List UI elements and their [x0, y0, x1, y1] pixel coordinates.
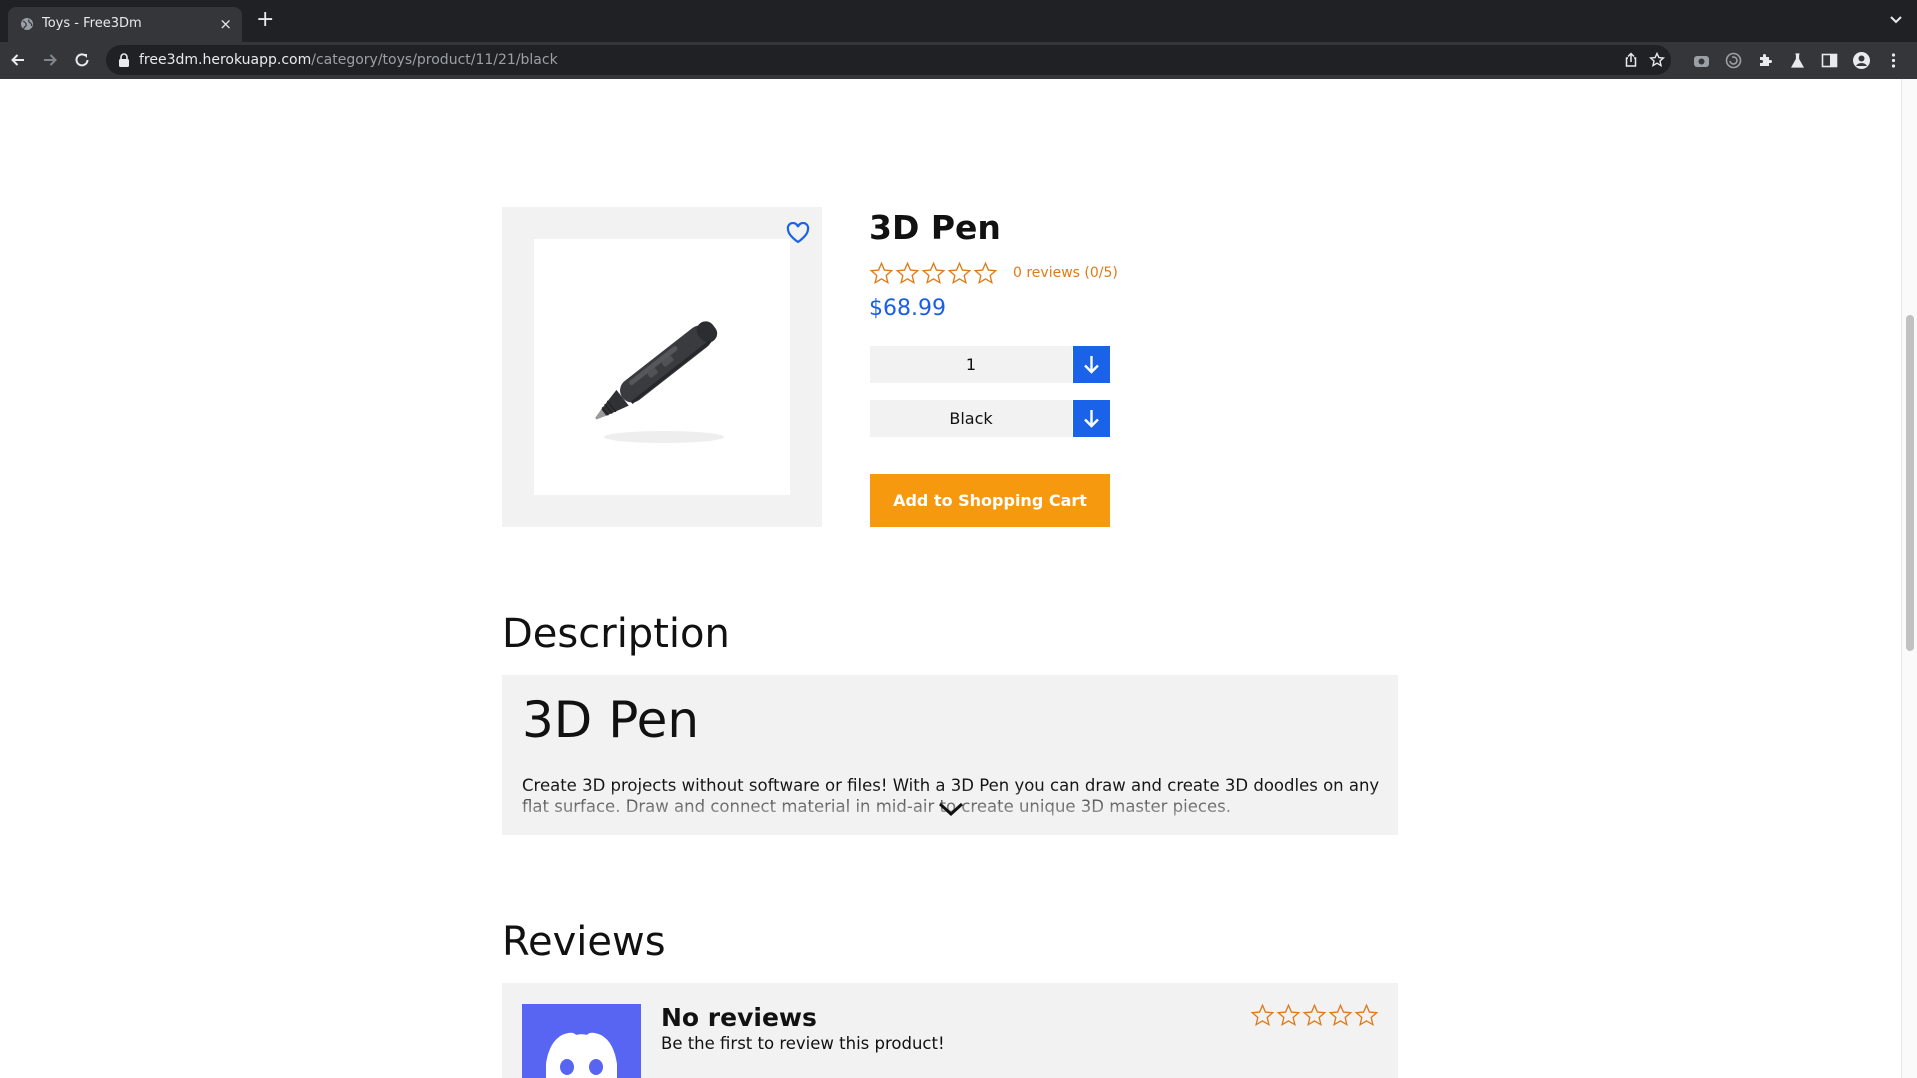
new-tab-button[interactable]: +: [256, 9, 274, 31]
description-panel: 3D Pen Create 3D projects without softwa…: [502, 675, 1398, 835]
description-title: 3D Pen: [522, 691, 700, 749]
browser-tab[interactable]: Toys - Free3Dm ×: [8, 7, 242, 42]
product-image-panel: [502, 207, 822, 527]
reload-icon[interactable]: [73, 51, 91, 69]
browser-tab-strip: Toys - Free3Dm × +: [0, 0, 1917, 42]
3d-pen-illustration: [595, 321, 724, 443]
browser-menu-icon[interactable]: [1885, 52, 1902, 69]
star-icon[interactable]: [1328, 1003, 1353, 1028]
side-panel-icon[interactable]: [1821, 52, 1838, 69]
review-rating-input[interactable]: [1250, 1003, 1379, 1028]
product-price: $68.99: [869, 296, 946, 321]
star-icon: [869, 261, 894, 285]
quantity-dropdown-button[interactable]: [1073, 346, 1110, 383]
profile-avatar-icon[interactable]: [1853, 52, 1870, 69]
star-icon[interactable]: [1354, 1003, 1379, 1028]
sync-extension-icon[interactable]: [1725, 52, 1742, 69]
url-text: free3dm.herokuapp.com/category/toys/prod…: [139, 52, 558, 68]
scrollbar-track[interactable]: [1901, 79, 1917, 1078]
arrow-down-icon: [1084, 356, 1099, 374]
lock-icon[interactable]: [118, 53, 130, 67]
add-to-cart-button[interactable]: Add to Shopping Cart: [870, 474, 1110, 527]
camera-extension-icon[interactable]: [1693, 52, 1710, 69]
star-icon[interactable]: [1302, 1003, 1327, 1028]
product-image: [534, 239, 790, 495]
forward-arrow-icon[interactable]: [41, 51, 59, 69]
reviews-panel: No reviews Be the first to review this p…: [502, 983, 1398, 1078]
address-bar[interactable]: free3dm.herokuapp.com/category/toys/prod…: [106, 45, 1671, 75]
no-reviews-title: No reviews: [661, 1003, 817, 1032]
browser-toolbar: free3dm.herokuapp.com/category/toys/prod…: [0, 42, 1917, 80]
bookmark-star-icon[interactable]: [1649, 52, 1665, 68]
url-path: /category/toys/product/11/21/black: [311, 52, 558, 68]
url-host: free3dm.herokuapp.com: [139, 52, 312, 68]
star-icon: [973, 261, 998, 285]
share-icon[interactable]: [1623, 52, 1639, 68]
rating-stars: [869, 261, 998, 286]
labs-flask-icon[interactable]: [1789, 52, 1806, 69]
back-arrow-icon[interactable]: [9, 51, 27, 69]
color-dropdown-button[interactable]: [1073, 400, 1110, 437]
color-select[interactable]: Black: [870, 400, 1072, 437]
arrow-down-icon: [1084, 410, 1099, 428]
star-icon: [921, 261, 946, 285]
product-title: 3D Pen: [869, 208, 1001, 247]
star-icon: [947, 261, 972, 285]
reviews-heading: Reviews: [502, 919, 666, 965]
wishlist-heart-icon[interactable]: [786, 222, 810, 244]
expand-chevron-icon[interactable]: [937, 801, 965, 817]
description-heading: Description: [502, 611, 730, 657]
discord-logo-icon: [546, 1032, 617, 1078]
globe-icon: [21, 18, 33, 30]
star-icon: [895, 261, 920, 285]
reviews-count-link[interactable]: 0 reviews (0/5): [1013, 265, 1118, 281]
tab-search-icon[interactable]: [1889, 12, 1903, 26]
reviewer-avatar: [522, 1004, 641, 1078]
extensions-puzzle-icon[interactable]: [1757, 52, 1774, 69]
tab-title: Toys - Free3Dm: [42, 16, 142, 31]
star-icon[interactable]: [1250, 1003, 1275, 1028]
quantity-select[interactable]: 1: [870, 346, 1072, 383]
scrollbar-thumb[interactable]: [1906, 315, 1914, 651]
star-icon[interactable]: [1276, 1003, 1301, 1028]
tab-close-icon[interactable]: ×: [219, 14, 232, 34]
no-reviews-subtitle: Be the first to review this product!: [661, 1034, 945, 1053]
